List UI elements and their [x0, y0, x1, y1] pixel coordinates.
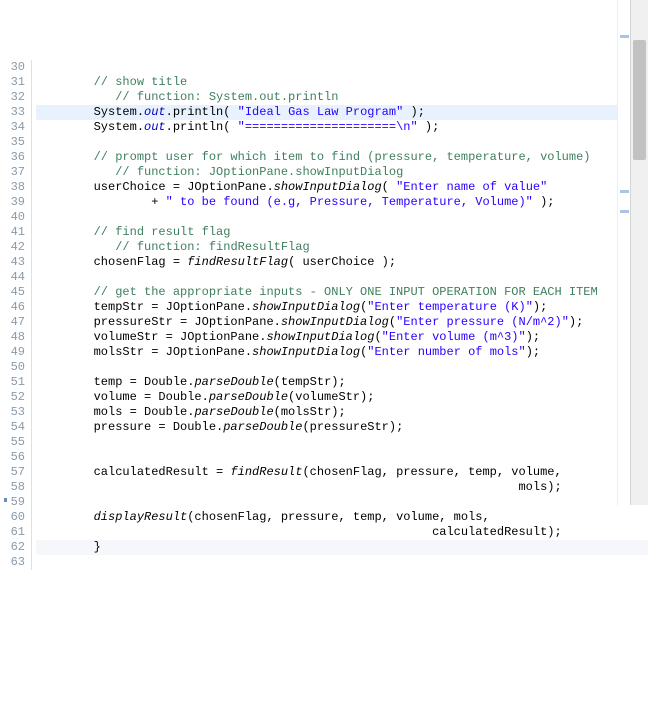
line-number: 48	[0, 330, 25, 345]
code-line[interactable]: // prompt user for which item to find (p…	[36, 150, 648, 165]
line-number: 42	[0, 240, 25, 255]
code-line[interactable]: displayResult(chosenFlag, pressure, temp…	[36, 510, 648, 525]
line-number: 31	[0, 75, 25, 90]
line-number: 32	[0, 90, 25, 105]
code-line[interactable]: // function: JOptionPane.showInputDialog	[36, 165, 648, 180]
line-number: 33	[0, 105, 25, 120]
line-number: 43	[0, 255, 25, 270]
line-number: 62	[0, 540, 25, 555]
line-number: 34	[0, 120, 25, 135]
line-number: 39	[0, 195, 25, 210]
code-line[interactable]	[36, 270, 648, 285]
line-number: 61	[0, 525, 25, 540]
line-number: 52	[0, 390, 25, 405]
code-line[interactable]: volumeStr = JOptionPane.showInputDialog(…	[36, 330, 648, 345]
line-number: 35	[0, 135, 25, 150]
code-line[interactable]	[36, 210, 648, 225]
code-line[interactable]	[36, 360, 648, 375]
line-number: 38	[0, 180, 25, 195]
code-line[interactable]	[36, 450, 648, 465]
code-line[interactable]: // show title	[36, 75, 648, 90]
line-number: 41	[0, 225, 25, 240]
line-number-gutter: 3031323334353637383940414243444546474849…	[0, 60, 32, 570]
line-number: 47	[0, 315, 25, 330]
overview-mark[interactable]	[620, 190, 629, 193]
line-number: 58	[0, 480, 25, 495]
code-line[interactable]: System.out.println( "Ideal Gas Law Progr…	[36, 105, 648, 120]
code-line[interactable]: System.out.println( "===================…	[36, 120, 648, 135]
code-line[interactable]: mols = Double.parseDouble(molsStr);	[36, 405, 648, 420]
line-number: 53	[0, 405, 25, 420]
caret-indicator	[4, 498, 7, 502]
code-line[interactable]: calculatedResult);	[36, 525, 648, 540]
code-line[interactable]: molsStr = JOptionPane.showInputDialog("E…	[36, 345, 648, 360]
code-area[interactable]: // show title // function: System.out.pr…	[32, 60, 648, 570]
line-number: 51	[0, 375, 25, 390]
code-line[interactable]: // function: findResultFlag	[36, 240, 648, 255]
code-line[interactable]: + " to be found (e.g, Pressure, Temperat…	[36, 195, 648, 210]
overview-ruler[interactable]	[617, 0, 631, 505]
line-number: 46	[0, 300, 25, 315]
code-line[interactable]: // get the appropriate inputs - ONLY ONE…	[36, 285, 648, 300]
overview-mark[interactable]	[620, 35, 629, 38]
line-number: 50	[0, 360, 25, 375]
line-number: 36	[0, 150, 25, 165]
line-number: 30	[0, 60, 25, 75]
overview-mark[interactable]	[620, 210, 629, 213]
line-number: 40	[0, 210, 25, 225]
line-number: 45	[0, 285, 25, 300]
line-number: 44	[0, 270, 25, 285]
code-line[interactable]: chosenFlag = findResultFlag( userChoice …	[36, 255, 648, 270]
code-line[interactable]	[36, 135, 648, 150]
line-number: 57	[0, 465, 25, 480]
line-number: 54	[0, 420, 25, 435]
code-line[interactable]: // function: System.out.println	[36, 90, 648, 105]
code-line[interactable]: mols);	[36, 480, 648, 495]
code-editor[interactable]: 3031323334353637383940414243444546474849…	[0, 60, 648, 570]
line-number: 37	[0, 165, 25, 180]
code-line[interactable]	[36, 555, 648, 570]
line-number: 49	[0, 345, 25, 360]
line-number: 63	[0, 555, 25, 570]
code-line[interactable]: tempStr = JOptionPane.showInputDialog("E…	[36, 300, 648, 315]
line-number: 56	[0, 450, 25, 465]
code-line[interactable]: volume = Double.parseDouble(volumeStr);	[36, 390, 648, 405]
code-line[interactable]: calculatedResult = findResult(chosenFlag…	[36, 465, 648, 480]
code-line[interactable]: temp = Double.parseDouble(tempStr);	[36, 375, 648, 390]
code-line[interactable]	[36, 495, 648, 510]
code-line[interactable]: }	[36, 540, 648, 555]
code-line[interactable]: // find result flag	[36, 225, 648, 240]
line-number: 60	[0, 510, 25, 525]
code-line[interactable]	[36, 435, 648, 450]
code-line[interactable]: pressure = Double.parseDouble(pressureSt…	[36, 420, 648, 435]
code-line[interactable]: userChoice = JOptionPane.showInputDialog…	[36, 180, 648, 195]
line-number: 55	[0, 435, 25, 450]
scrollbar-thumb[interactable]	[633, 40, 646, 160]
code-line[interactable]	[36, 60, 648, 75]
code-line[interactable]: pressureStr = JOptionPane.showInputDialo…	[36, 315, 648, 330]
vertical-scrollbar[interactable]	[630, 0, 648, 505]
